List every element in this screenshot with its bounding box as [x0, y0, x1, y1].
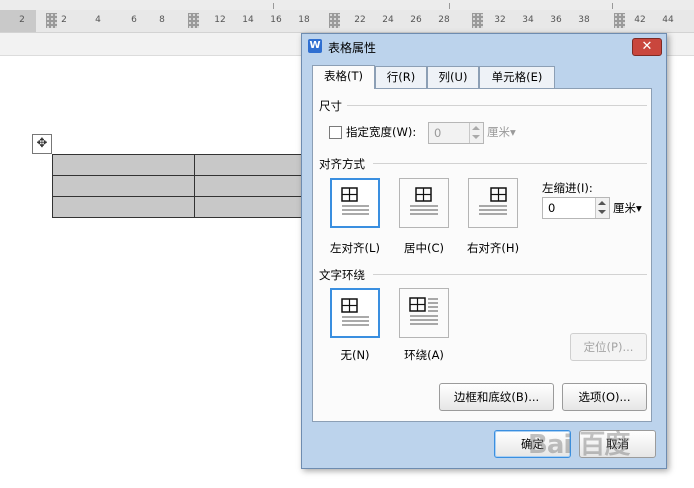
- dialog-title: 表格属性: [328, 41, 377, 55]
- wrap-around-label: 环绕(A): [404, 348, 444, 362]
- table-row: [52, 175, 337, 197]
- left-indent-label: 左缩进(I):: [542, 181, 593, 195]
- wrap-none-label: 无(N): [340, 348, 370, 362]
- left-indent-value: 0: [548, 201, 556, 215]
- ruler-tick-label: 28: [438, 15, 450, 25]
- specify-width-label: 指定宽度(W):: [346, 125, 417, 139]
- width-stepper[interactable]: 0: [428, 122, 484, 144]
- tab-cell[interactable]: 单元格(E): [479, 66, 555, 88]
- alignment-section-label: 对齐方式: [319, 157, 365, 171]
- wps-writer-icon: W: [308, 39, 322, 53]
- ruler-tick-label: 26: [410, 15, 422, 25]
- align-left-option[interactable]: [330, 178, 380, 228]
- left-indent-stepper-arrows[interactable]: [595, 198, 609, 218]
- wrap-none-icon: [341, 298, 369, 326]
- tab-row[interactable]: 行(R): [375, 66, 427, 88]
- tab-panel-table: 尺寸 指定宽度(W): 0 厘米▾ 对齐方式 左对齐(L) 居中(C) 右对齐(…: [312, 88, 652, 422]
- ruler-tick-label: 2: [19, 15, 25, 25]
- ruler-tick-label: 14: [242, 15, 254, 25]
- ruler-tick-label: 44: [662, 15, 674, 25]
- ruler-tick-label: 36: [550, 15, 562, 25]
- dialog-titlebar[interactable]: W 表格属性 ✕: [302, 34, 666, 58]
- align-right-icon: [479, 187, 507, 215]
- ruler-tick-label: 12: [214, 15, 226, 25]
- options-button[interactable]: 选项(O)...: [562, 383, 647, 411]
- ruler-tick-label: 24: [382, 15, 394, 25]
- table-row: [52, 196, 337, 218]
- ruler-column-marker[interactable]: [472, 13, 483, 28]
- table-cell[interactable]: [52, 154, 195, 176]
- tab-table[interactable]: 表格(T): [312, 65, 375, 89]
- table-cell[interactable]: [52, 175, 195, 197]
- section-divider: [373, 163, 647, 164]
- ruler-tick-label: 34: [522, 15, 534, 25]
- ruler-column-marker[interactable]: [46, 13, 57, 28]
- width-value: 0: [434, 126, 442, 140]
- ruler-tick-label: 16: [270, 15, 282, 25]
- align-left-icon: [341, 187, 369, 215]
- align-center-icon: [410, 187, 438, 215]
- table-row: [52, 154, 337, 176]
- stepper-up-icon: [598, 201, 606, 205]
- table-properties-dialog: W 表格属性 ✕ 表格(T) 行(R) 列(U) 单元格(E) 尺寸 指定宽度(…: [301, 33, 667, 469]
- left-indent-unit-select[interactable]: 厘米▾: [613, 200, 642, 216]
- ruler-tick-label: 38: [578, 15, 590, 25]
- size-section-label: 尺寸: [319, 99, 342, 113]
- ruler-column-marker[interactable]: [614, 13, 625, 28]
- section-divider: [347, 105, 647, 106]
- ruler-column-marker[interactable]: [188, 13, 199, 28]
- ruler-tick-label: 2: [61, 15, 67, 25]
- borders-shading-button[interactable]: 边框和底纹(B)...: [439, 383, 554, 411]
- wrap-around-option[interactable]: [399, 288, 449, 338]
- ruler-tick-label: 18: [298, 15, 310, 25]
- ruler-column-marker[interactable]: [329, 13, 340, 28]
- document-table[interactable]: [52, 154, 337, 218]
- tab-column[interactable]: 列(U): [427, 66, 479, 88]
- text-wrap-section-label: 文字环绕: [319, 268, 365, 282]
- ruler-tick-label: 8: [159, 15, 165, 25]
- specify-width-checkbox[interactable]: [329, 126, 342, 139]
- ruler-top-strip: [0, 0, 694, 10]
- wrap-none-option[interactable]: [330, 288, 380, 338]
- align-right-label: 右对齐(H): [466, 241, 520, 255]
- ruler-tick-label: 42: [634, 15, 646, 25]
- align-center-option[interactable]: [399, 178, 449, 228]
- section-divider: [373, 274, 647, 275]
- ruler-tick-label: 22: [354, 15, 366, 25]
- wrap-around-icon: [409, 297, 438, 325]
- position-button[interactable]: 定位(P)...: [570, 333, 647, 361]
- ruler-tick-label: 32: [494, 15, 506, 25]
- table-cell[interactable]: [52, 196, 195, 218]
- horizontal-ruler[interactable]: 2 2 4 6 8 12 14 16 18 22 24 26 28 32 34 …: [0, 10, 694, 33]
- left-indent-stepper[interactable]: 0: [542, 197, 610, 219]
- width-unit-select[interactable]: 厘米▾: [487, 124, 516, 140]
- align-left-label: 左对齐(L): [330, 241, 380, 255]
- align-center-label: 居中(C): [403, 241, 445, 255]
- stepper-up-icon: [472, 126, 480, 130]
- width-stepper-arrows[interactable]: [469, 123, 483, 143]
- stepper-down-icon: [598, 210, 606, 214]
- close-button[interactable]: ✕: [632, 38, 662, 56]
- stepper-down-icon: [472, 135, 480, 139]
- ruler-tick-label: 4: [95, 15, 101, 25]
- align-right-option[interactable]: [468, 178, 518, 228]
- table-move-handle-icon[interactable]: ✥: [32, 134, 52, 154]
- ruler-tick-label: 6: [131, 15, 137, 25]
- baidu-watermark: Bai 百度: [528, 430, 630, 460]
